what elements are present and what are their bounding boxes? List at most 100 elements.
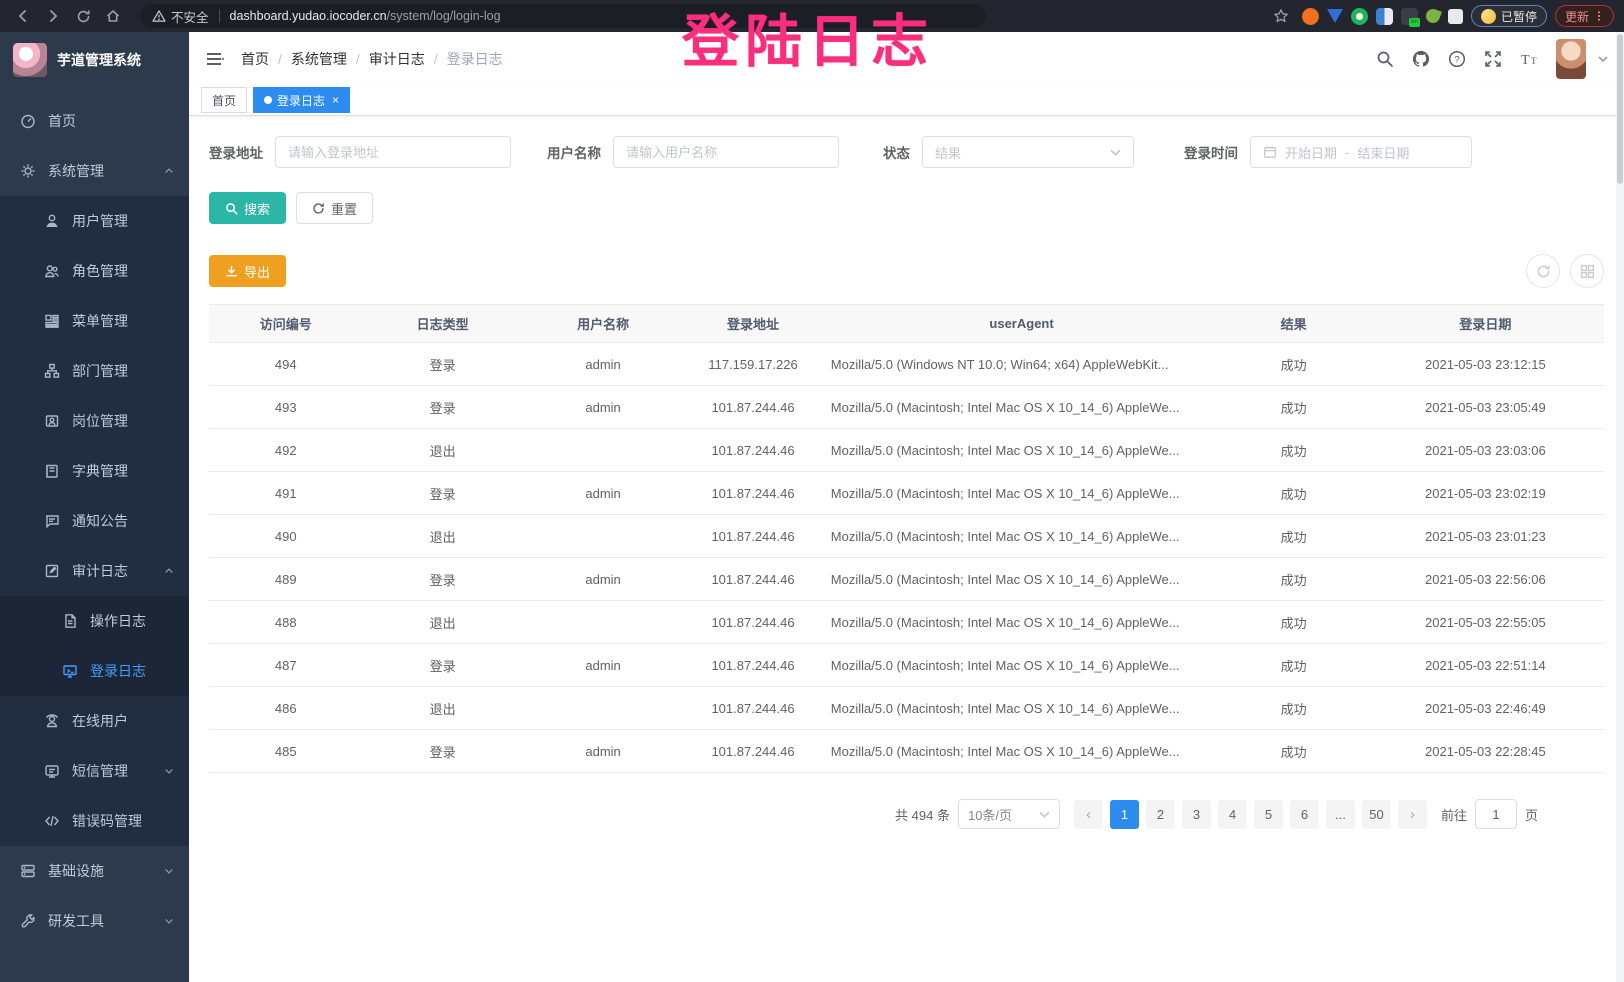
- extension-icon[interactable]: [1351, 8, 1368, 25]
- sidebar-item-14[interactable]: 错误码管理: [0, 796, 189, 846]
- sidebar-item-7[interactable]: 字典管理: [0, 446, 189, 496]
- next-page-button[interactable]: ›: [1398, 800, 1427, 829]
- close-icon[interactable]: ×: [332, 93, 339, 107]
- download-icon: [225, 265, 238, 278]
- page-button-3[interactable]: 3: [1182, 800, 1211, 829]
- table-row[interactable]: 485登录admin101.87.244.46Mozilla/5.0 (Maci…: [209, 730, 1604, 773]
- user-avatar[interactable]: [1556, 39, 1586, 79]
- refresh-table-button[interactable]: [1526, 254, 1560, 288]
- username-input[interactable]: [613, 136, 839, 168]
- more-pages-button[interactable]: ...: [1326, 800, 1355, 829]
- table-row[interactable]: 493登录admin101.87.244.46Mozilla/5.0 (Maci…: [209, 386, 1604, 429]
- table-row[interactable]: 490退出101.87.244.46Mozilla/5.0 (Macintosh…: [209, 515, 1604, 558]
- sidebar-item-5[interactable]: 部门管理: [0, 346, 189, 396]
- table-row[interactable]: 488退出101.87.244.46Mozilla/5.0 (Macintosh…: [209, 601, 1604, 644]
- date-range-picker[interactable]: 开始日期 - 结束日期: [1250, 136, 1472, 168]
- export-button[interactable]: 导出: [209, 255, 286, 287]
- fullscreen-icon[interactable]: [1484, 50, 1502, 68]
- search-button[interactable]: 搜索: [209, 192, 286, 224]
- user-icon: [44, 213, 60, 229]
- scrollbar-thumb[interactable]: [1617, 34, 1623, 184]
- chevron-down-icon[interactable]: [1598, 54, 1608, 64]
- sidebar-item-4[interactable]: 菜单管理: [0, 296, 189, 346]
- tag-label: 首页: [212, 92, 236, 109]
- browser-back-icon[interactable]: [10, 3, 36, 29]
- sidebar-item-1[interactable]: 系统管理: [0, 146, 189, 196]
- sidebar-item-2[interactable]: 用户管理: [0, 196, 189, 246]
- tag-登录日志[interactable]: 登录日志 ×: [253, 87, 350, 113]
- sidebar-item-16[interactable]: 研发工具: [0, 896, 189, 946]
- reset-button[interactable]: 重置: [296, 192, 373, 224]
- sidebar-item-15[interactable]: 基础设施: [0, 846, 189, 896]
- select-caret-icon: [1039, 809, 1050, 820]
- sidebar-item-label: 部门管理: [72, 361, 175, 381]
- page-button-5[interactable]: 5: [1254, 800, 1283, 829]
- date-start-placeholder: 开始日期: [1285, 143, 1337, 162]
- sidebar-item-0[interactable]: 首页: [0, 96, 189, 146]
- help-icon[interactable]: ?: [1448, 50, 1466, 68]
- page-button-4[interactable]: 4: [1218, 800, 1247, 829]
- table-row[interactable]: 486退出101.87.244.46Mozilla/5.0 (Macintosh…: [209, 687, 1604, 730]
- breadcrumb-item[interactable]: 审计日志: [369, 49, 425, 69]
- update-button[interactable]: 更新: [1555, 5, 1614, 27]
- page-button-1[interactable]: 1: [1110, 800, 1139, 829]
- browser-forward-icon[interactable]: [40, 3, 66, 29]
- login-time-label: 登录时间: [1184, 142, 1238, 162]
- table-row[interactable]: 494登录admin117.159.17.226Mozilla/5.0 (Win…: [209, 343, 1604, 386]
- cell-id: 494: [209, 357, 362, 372]
- site-security[interactable]: 不安全: [152, 7, 209, 26]
- table-row[interactable]: 489登录admin101.87.244.46Mozilla/5.0 (Maci…: [209, 558, 1604, 601]
- pagination: 共 494 条 10条/页 ‹123456...50› 前往 页: [209, 799, 1538, 829]
- sidebar-item-11[interactable]: 登录日志: [0, 646, 189, 696]
- app-logo[interactable]: 芋道管理系统: [0, 32, 189, 88]
- prev-page-button[interactable]: ‹: [1074, 800, 1103, 829]
- users-icon: [44, 263, 60, 279]
- page-size-select[interactable]: 10条/页: [958, 799, 1060, 829]
- sidebar-item-8[interactable]: 通知公告: [0, 496, 189, 546]
- browser-reload-icon[interactable]: [70, 3, 96, 29]
- breadcrumb-item[interactable]: 系统管理: [291, 49, 347, 69]
- sidebar-item-13[interactable]: 短信管理: [0, 746, 189, 796]
- ip-input[interactable]: [275, 136, 511, 168]
- breadcrumb-separator: /: [356, 51, 360, 67]
- extension-leaf-icon[interactable]: [1424, 7, 1442, 25]
- bookmark-star-icon[interactable]: [1268, 3, 1294, 29]
- status-select[interactable]: 结果: [922, 136, 1134, 168]
- cell-ua: Mozilla/5.0 (Macintosh; Intel Mac OS X 1…: [823, 486, 1221, 501]
- tag-首页[interactable]: 首页: [201, 87, 247, 113]
- extension-puzzle-icon[interactable]: [1448, 9, 1463, 24]
- table-row[interactable]: 491登录admin101.87.244.46Mozilla/5.0 (Maci…: [209, 472, 1604, 515]
- search-icon[interactable]: [1376, 50, 1394, 68]
- page-button-6[interactable]: 6: [1290, 800, 1319, 829]
- table-row[interactable]: 487登录admin101.87.244.46Mozilla/5.0 (Maci…: [209, 644, 1604, 687]
- cell-ip: 101.87.244.46: [683, 529, 823, 544]
- extension-icon[interactable]: [1376, 8, 1393, 25]
- sidebar-item-3[interactable]: 角色管理: [0, 246, 189, 296]
- url-text: dashboard.yudao.iocoder.cn/system/log/lo…: [230, 9, 501, 23]
- extension-icon[interactable]: [1327, 9, 1343, 23]
- cell-date: 2021-05-03 23:05:49: [1367, 400, 1604, 415]
- notice-icon: [44, 513, 60, 529]
- page-button-2[interactable]: 2: [1146, 800, 1175, 829]
- page-scrollbar[interactable]: [1616, 32, 1624, 982]
- breadcrumb-item[interactable]: 首页: [241, 49, 269, 69]
- github-icon[interactable]: [1412, 50, 1430, 68]
- column-settings-button[interactable]: [1570, 254, 1604, 288]
- extension-on-icon[interactable]: on: [1401, 8, 1418, 25]
- table-row[interactable]: 492退出101.87.244.46Mozilla/5.0 (Macintosh…: [209, 429, 1604, 472]
- cell-ua: Mozilla/5.0 (Macintosh; Intel Mac OS X 1…: [823, 658, 1221, 673]
- sidebar-item-10[interactable]: 操作日志: [0, 596, 189, 646]
- goto-page-input[interactable]: [1475, 799, 1517, 829]
- sidebar-item-6[interactable]: 岗位管理: [0, 396, 189, 446]
- sidebar-item-12[interactable]: 在线用户: [0, 696, 189, 746]
- profile-paused-badge[interactable]: 已暂停: [1471, 5, 1547, 27]
- ip-label: 登录地址: [209, 142, 263, 162]
- extension-icon[interactable]: [1302, 8, 1319, 25]
- font-size-icon[interactable]: TT: [1520, 50, 1538, 68]
- sidebar-item-9[interactable]: 审计日志: [0, 546, 189, 596]
- hamburger-icon[interactable]: [205, 49, 225, 69]
- browser-home-icon[interactable]: [100, 3, 126, 29]
- page-button-50[interactable]: 50: [1362, 800, 1391, 829]
- tag-label: 登录日志: [277, 92, 325, 109]
- column-header: 登录地址: [683, 314, 823, 333]
